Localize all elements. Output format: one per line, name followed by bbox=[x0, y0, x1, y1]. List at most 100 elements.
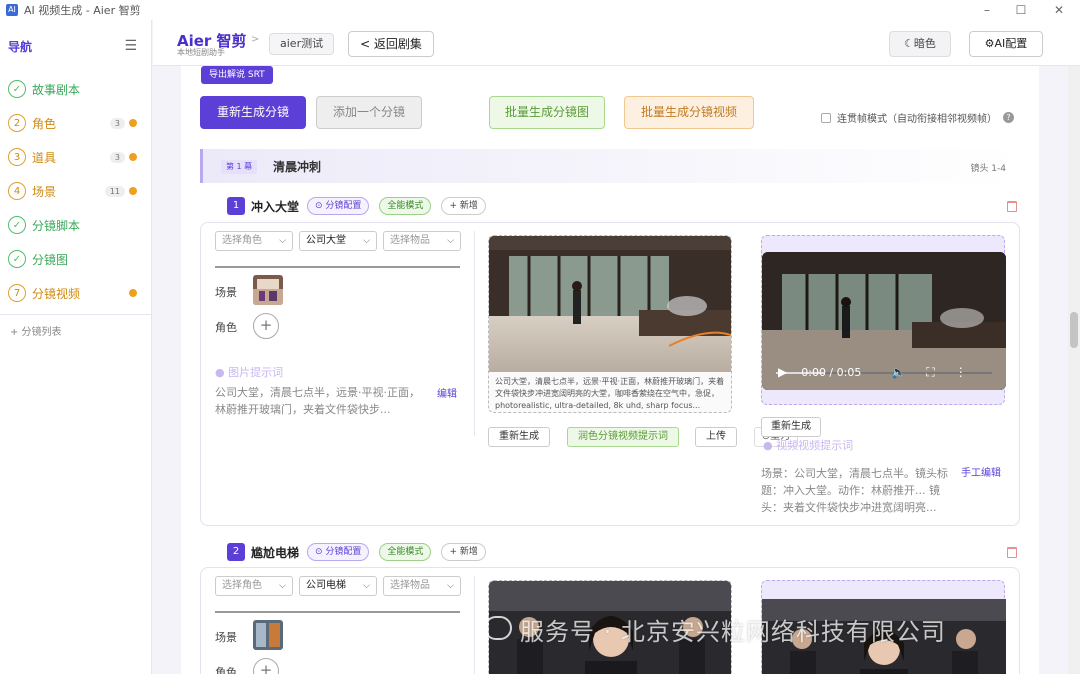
scene-thumbnail[interactable] bbox=[253, 275, 283, 305]
title-bar: AI AI 视频生成 - Aier 智剪 bbox=[0, 0, 1080, 20]
role-label: 角色 bbox=[215, 666, 237, 674]
sidebar-item-props[interactable]: 3 道具 3 bbox=[0, 140, 151, 174]
back-to-episodes-button[interactable]: < 返回剧集 bbox=[348, 31, 434, 57]
minimize-button[interactable]: – bbox=[970, 0, 1004, 20]
sidebar-item-label: 分镜图 bbox=[32, 252, 69, 267]
checkbox[interactable] bbox=[821, 112, 831, 123]
mode-tag[interactable]: 全能模式 bbox=[379, 197, 432, 215]
sidebar-item-label: 分镜视频 bbox=[32, 286, 81, 301]
nav-header: 导航 ☰ bbox=[0, 20, 151, 72]
shot-config-button[interactable]: ⊙ 分镜配置 bbox=[307, 543, 370, 561]
role-select[interactable]: 选择角色 ⌵ bbox=[215, 231, 293, 251]
window-title: AI 视频生成 - Aier 智剪 bbox=[24, 4, 141, 17]
project-tag[interactable]: aier测试 bbox=[269, 33, 335, 55]
scrollbar-thumb[interactable] bbox=[1070, 312, 1078, 348]
sidebar-item-story[interactable]: ✓ 故事剧本 bbox=[0, 72, 151, 106]
edit-prompt-link[interactable]: 编辑 bbox=[437, 385, 457, 400]
divider bbox=[0, 314, 151, 315]
video-controls: ▶ 0:00 / 0:05 🔈 ⛶ ⋮ bbox=[762, 354, 1006, 390]
fullscreen-icon[interactable]: ⛶ bbox=[926, 365, 934, 380]
batch-generate-videos-button[interactable]: 批量生成分镜视频 bbox=[624, 96, 754, 129]
dark-mode-button[interactable]: ☾暗色 bbox=[889, 31, 951, 57]
prop-select[interactable]: 选择物品 ⌵ bbox=[383, 231, 461, 251]
warning-dot-icon bbox=[129, 187, 137, 195]
shot-number: 1 bbox=[227, 197, 245, 215]
trash-icon[interactable] bbox=[1007, 547, 1017, 558]
regenerate-video-button[interactable]: 重新生成 bbox=[761, 417, 821, 437]
shot-list-link[interactable]: + 分镜列表 bbox=[0, 319, 151, 341]
scrollbar[interactable] bbox=[1068, 66, 1080, 674]
scene-select[interactable]: 公司电梯 ⌵ bbox=[299, 576, 377, 596]
sidebar-item-scenes[interactable]: 4 场景 11 bbox=[0, 174, 151, 208]
ai-config-button[interactable]: ⚙AI配置 bbox=[969, 31, 1043, 57]
sidebar-item-label: 角色 bbox=[32, 116, 57, 131]
add-shot-button[interactable]: 添加一个分镜 bbox=[316, 96, 422, 129]
scene-thumbnail[interactable] bbox=[253, 620, 283, 650]
breadcrumb-separator: > bbox=[251, 34, 260, 45]
add-role-icon[interactable]: + bbox=[253, 658, 279, 674]
brand-subtitle: 本地短剧助手 bbox=[177, 48, 225, 57]
image-prompt-text: 公司大堂，清晨七点半，远景·平视·正面，林蔚推开玻璃门，夹着文件袋快步... bbox=[215, 386, 420, 416]
top-bar: Aier 智剪 本地短剧助手 > aier测试 < 返回剧集 ☾暗色 ⚙AI配置 bbox=[153, 20, 1080, 66]
step-number: 2 bbox=[8, 114, 26, 132]
regenerate-image-button[interactable]: 重新生成 bbox=[488, 427, 550, 447]
warning-dot-icon bbox=[129, 119, 137, 127]
maximize-button[interactable]: ☐ bbox=[1004, 0, 1038, 20]
video-box: ▶ 0:00 / 0:05 🔈 ⛶ ⋮ bbox=[761, 235, 1006, 405]
watermark: 服务号 · 北京安兴粒网络科技有限公司 bbox=[520, 618, 946, 646]
regenerate-storyboard-button[interactable]: 重新生成分镜 bbox=[200, 96, 306, 129]
video-prompt-label: ● 视频视频提示词 bbox=[763, 439, 854, 452]
sidebar-item-storyboard-videos[interactable]: 7 分镜视频 bbox=[0, 276, 151, 310]
chapter-title: 清晨冲刺 bbox=[273, 160, 322, 174]
prop-select[interactable]: 选择物品 ⌵ bbox=[383, 576, 461, 596]
count-badge: 3 bbox=[109, 151, 125, 163]
warning-dot-icon bbox=[129, 289, 137, 297]
step-number: 3 bbox=[8, 148, 26, 166]
volume-icon[interactable]: 🔈 bbox=[891, 365, 906, 379]
add-new-button[interactable]: + 新增 bbox=[441, 543, 486, 561]
divider bbox=[215, 266, 460, 268]
video-time: 0:00 / 0:05 bbox=[801, 365, 862, 379]
shot-config-button[interactable]: ⊙ 分镜配置 bbox=[307, 197, 370, 215]
chapter-header: 第 1 幕 清晨冲刺 镜头 1-4 bbox=[200, 149, 1020, 183]
scene-select[interactable]: 公司大堂 ⌵ bbox=[299, 231, 377, 251]
nav-title: 导航 bbox=[8, 39, 33, 54]
play-icon[interactable]: ▶ bbox=[778, 365, 787, 379]
polish-video-prompt-button[interactable]: 润色分镜视频提示词 bbox=[567, 427, 679, 447]
batch-generate-images-button[interactable]: 批量生成分镜图 bbox=[489, 96, 605, 129]
manual-edit-link[interactable]: 手工编辑 bbox=[961, 464, 1001, 479]
more-icon[interactable]: ⋮ bbox=[955, 365, 967, 379]
menu-icon[interactable]: ☰ bbox=[124, 38, 137, 54]
image-prompt-label: ● 图片提示词 bbox=[215, 366, 284, 379]
shot-card: 选择角色 ⌵ 公司大堂 ⌵ 选择物品 ⌵ 场景 角色 + ● 图片提示词 公司大堂，清… bbox=[200, 222, 1020, 526]
close-button[interactable]: ✕ bbox=[1042, 0, 1076, 20]
upload-button[interactable]: 上传 bbox=[695, 427, 737, 447]
role-select[interactable]: 选择角色 ⌵ bbox=[215, 576, 293, 596]
shot-title: 冲入大堂 bbox=[251, 199, 300, 214]
add-role-icon[interactable]: + bbox=[253, 313, 279, 339]
divider bbox=[474, 576, 475, 674]
storyboard-image-box[interactable]: 公司大堂，清晨七点半，远景·平视·正面，林蔚推开玻璃门，夹着文件袋快步冲进宽阔明… bbox=[488, 235, 732, 413]
check-icon: ✓ bbox=[8, 250, 26, 268]
divider bbox=[474, 231, 475, 436]
help-icon[interactable]: ? bbox=[1003, 112, 1014, 123]
step-number: 4 bbox=[8, 182, 26, 200]
shot-header: 1 冲入大堂 ⊙ 分镜配置 全能模式 + 新增 bbox=[227, 196, 496, 216]
role-label: 角色 bbox=[215, 321, 237, 334]
export-srt-button[interactable]: 导出解说 SRT bbox=[201, 66, 273, 84]
wechat-icon bbox=[484, 616, 512, 640]
mode-tag[interactable]: 全能模式 bbox=[379, 543, 432, 561]
warning-dot-icon bbox=[129, 153, 137, 161]
add-new-button[interactable]: + 新增 bbox=[441, 197, 486, 215]
continuous-frame-toggle[interactable]: 连贯帧模式（自动衔接相邻视频帧） ? bbox=[821, 110, 1014, 125]
video-player[interactable]: ▶ 0:00 / 0:05 🔈 ⛶ ⋮ bbox=[762, 252, 1006, 390]
sidebar-item-storyboard-images[interactable]: ✓ 分镜图 bbox=[0, 242, 151, 276]
sidebar-item-storyboard-script[interactable]: ✓ 分镜脚本 bbox=[0, 208, 151, 242]
image-caption: 公司大堂，清晨七点半，远景·平视·正面，林蔚推开玻璃门，夹着文件袋快步冲进宽阔明… bbox=[495, 377, 725, 410]
sidebar-item-characters[interactable]: 2 角色 3 bbox=[0, 106, 151, 140]
trash-icon[interactable] bbox=[1007, 201, 1017, 212]
sidebar-item-label: 道具 bbox=[32, 150, 57, 165]
check-icon: ✓ bbox=[8, 216, 26, 234]
shot-number: 2 bbox=[227, 543, 245, 561]
count-badge: 11 bbox=[104, 185, 125, 197]
